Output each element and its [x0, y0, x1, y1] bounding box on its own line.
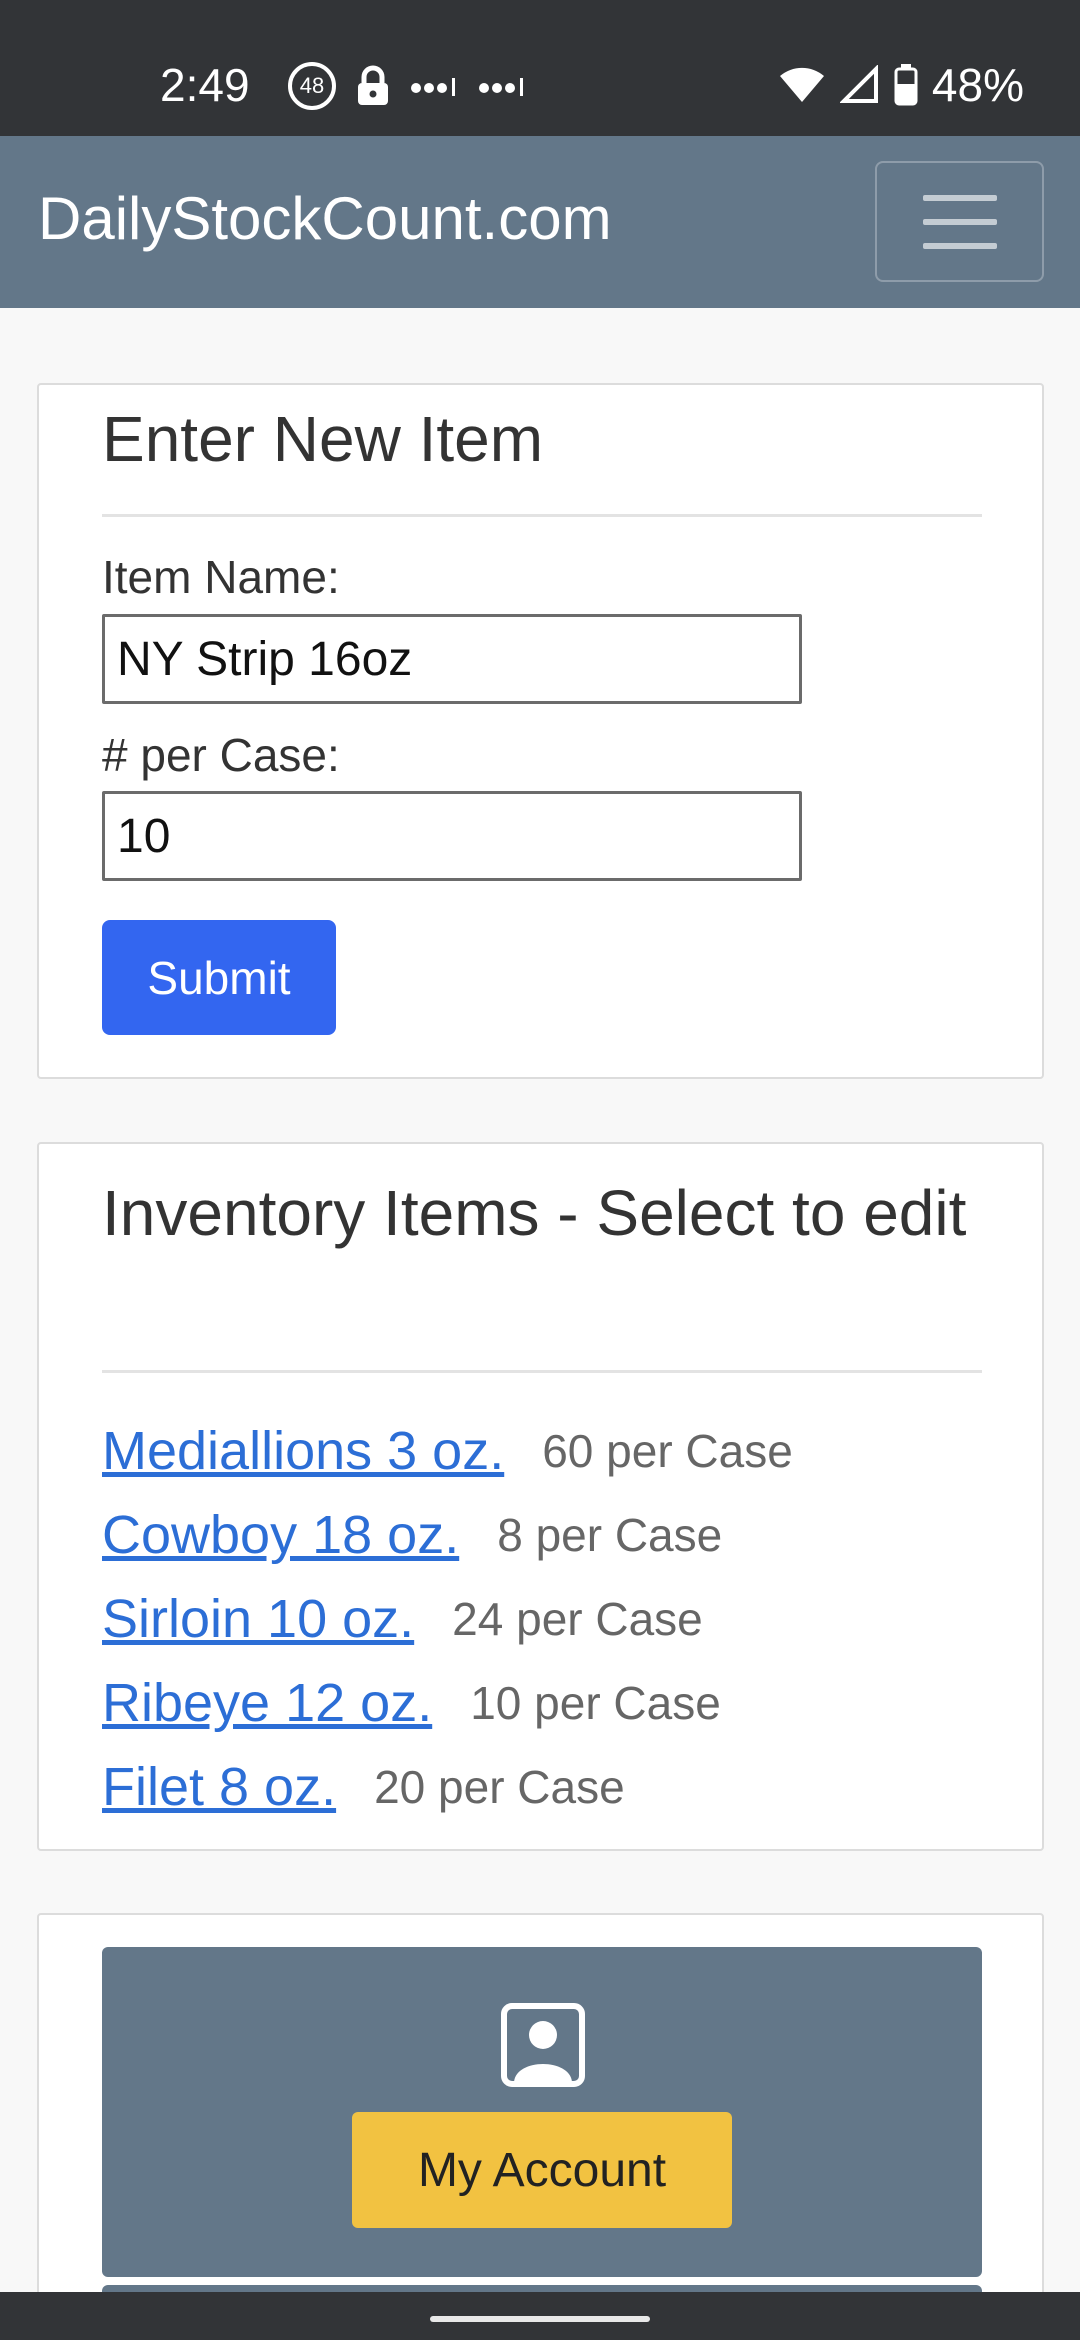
- new-item-title: Enter New Item: [102, 403, 544, 475]
- navigation-gesture-bar: [0, 2292, 1080, 2340]
- menu-bar: [922, 218, 997, 225]
- item-qty: 60 per Case: [542, 1425, 793, 1477]
- brand-link[interactable]: DailyStockCount.com: [38, 184, 612, 253]
- inventory-item-link[interactable]: Cowboy 18 oz.: [102, 1504, 459, 1566]
- inventory-item-link[interactable]: Mediallions 3 oz.: [102, 1420, 504, 1482]
- item-qty: 24 per Case: [452, 1593, 703, 1645]
- inventory-item-link[interactable]: Sirloin 10 oz.: [102, 1588, 414, 1650]
- item-name-input[interactable]: [102, 614, 802, 704]
- list-item: Cowboy 18 oz. 8 per Case: [102, 1493, 793, 1577]
- badge-icon: 48: [288, 62, 336, 110]
- list-item: Ribeye 12 oz. 10 per Case: [102, 1661, 793, 1745]
- item-name-label: Item Name:: [102, 551, 340, 603]
- navbar: DailyStockCount.com: [0, 136, 1080, 308]
- hamburger-menu-icon[interactable]: [875, 161, 1044, 282]
- inventory-item-link[interactable]: Ribeye 12 oz.: [102, 1672, 432, 1734]
- battery-percent: 48%: [931, 59, 1024, 111]
- status-bar: 2:49 48 48%: [0, 0, 1080, 136]
- item-qty: 8 per Case: [497, 1509, 723, 1561]
- per-case-label: # per Case:: [102, 729, 340, 781]
- new-item-card: Enter New Item Item Name: # per Case: Su…: [37, 383, 1044, 1079]
- divider: [102, 514, 982, 517]
- status-right-icons: 48%: [778, 58, 1024, 112]
- status-time: 2:49: [160, 59, 250, 111]
- status-left-icons: 48: [288, 62, 526, 110]
- wifi-icon: [779, 67, 824, 102]
- inventory-card: Inventory Items - Select to edit Mediall…: [37, 1142, 1044, 1851]
- inventory-item-link[interactable]: Filet 8 oz.: [102, 1756, 336, 1818]
- my-account-button[interactable]: My Account: [352, 2112, 732, 2228]
- signal-dots-icon: [479, 78, 523, 96]
- inventory-title: Inventory Items - Select to edit: [102, 1177, 967, 1249]
- cell-signal-icon: [839, 65, 878, 103]
- list-item: Filet 8 oz. 20 per Case: [102, 1745, 793, 1829]
- item-qty: 10 per Case: [470, 1677, 721, 1729]
- battery-icon: [894, 64, 918, 106]
- signal-dots-icon: [411, 78, 455, 96]
- item-qty: 20 per Case: [374, 1761, 625, 1813]
- per-case-input[interactable]: [102, 791, 802, 881]
- user-portrait-icon: [501, 2003, 585, 2087]
- submit-button[interactable]: Submit: [102, 920, 336, 1035]
- list-item: Mediallions 3 oz. 60 per Case: [102, 1409, 793, 1493]
- inventory-list: Mediallions 3 oz. 60 per Case Cowboy 18 …: [102, 1409, 793, 1829]
- list-item: Sirloin 10 oz. 24 per Case: [102, 1577, 793, 1661]
- menu-bar: [922, 242, 997, 249]
- account-card: My Account: [37, 1913, 1044, 2340]
- account-panel: My Account: [102, 1947, 982, 2277]
- divider: [102, 1370, 982, 1373]
- lock-icon: [358, 65, 388, 105]
- menu-bar: [922, 194, 997, 201]
- gesture-handle[interactable]: [430, 2316, 650, 2322]
